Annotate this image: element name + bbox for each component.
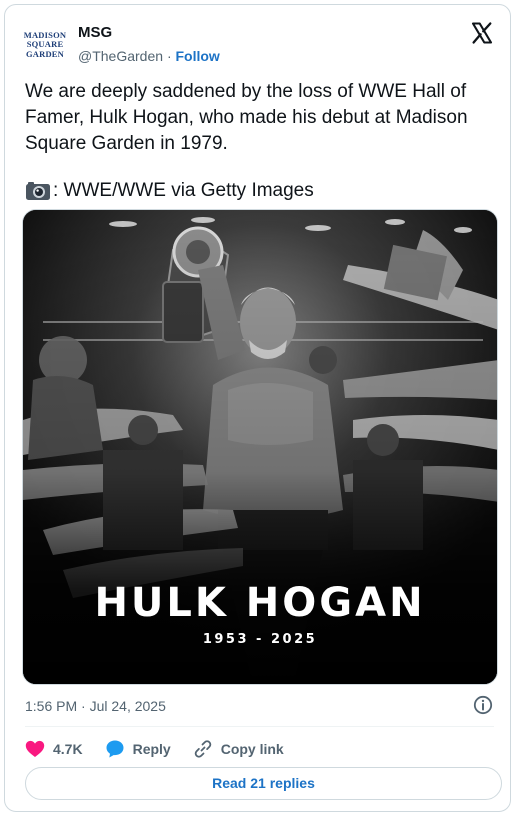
like-count: 4.7K [53,741,83,757]
credit-text: : WWE/WWE via Getty Images [53,180,314,201]
camera-icon [26,182,50,200]
reply-bubble-icon [106,740,124,758]
avatar-line: GARDEN [25,48,65,59]
read-replies-button[interactable]: Read 21 replies [25,767,502,800]
handle[interactable]: @TheGarden [78,48,163,64]
handle-row: @TheGarden · Follow [78,48,220,64]
tweet-text: We are deeply saddened by the loss of WW… [25,81,473,154]
timestamp[interactable]: 1:56 PM · Jul 24, 2025 [25,698,166,714]
divider [25,726,494,727]
tweet-card: MADISON SQUARE GARDEN MSG @TheGarden · F… [4,4,511,812]
photo-credit: : WWE/WWE via Getty Images [25,178,314,204]
separator: · [166,48,172,64]
info-icon[interactable] [473,695,493,715]
reply-button[interactable]: Reply [105,739,171,759]
x-logo-icon[interactable] [470,21,494,45]
action-bar: 4.7K Reply Copy link [25,738,306,760]
image-title-text: HULK HOGAN [94,580,426,626]
link-icon [194,740,211,758]
heart-icon [25,740,45,757]
copy-link-button[interactable]: Copy link [193,739,284,759]
like-button[interactable]: 4.7K [25,740,83,758]
display-name[interactable]: MSG [78,24,112,41]
tweet-image[interactable]: HULK HOGAN 1953 - 2025 [22,209,498,685]
avatar[interactable]: MADISON SQUARE GARDEN [24,25,66,65]
follow-button[interactable]: Follow [176,48,220,64]
reply-label: Reply [132,741,171,757]
image-years-text: 1953 - 2025 [202,632,318,647]
copy-link-label: Copy link [220,741,284,757]
